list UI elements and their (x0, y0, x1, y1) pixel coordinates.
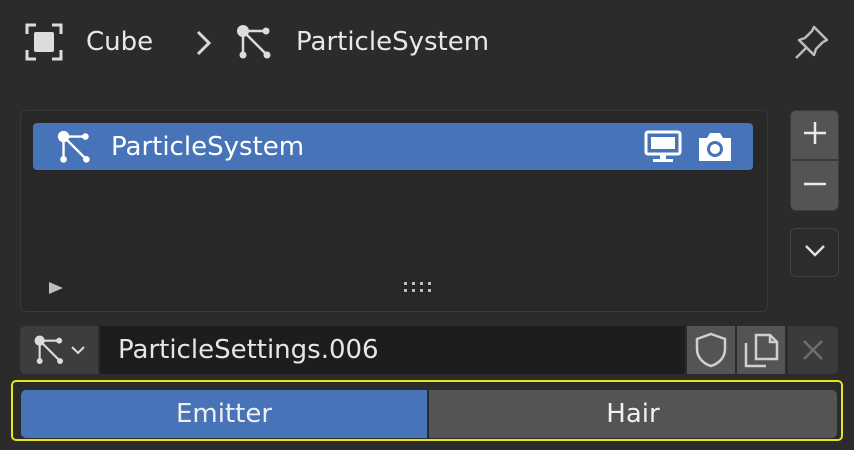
play-right-icon[interactable] (46, 278, 66, 298)
duplicate-settings-button[interactable] (737, 326, 785, 374)
chevron-down-icon (803, 243, 827, 263)
particle-settings-name-field[interactable]: ParticleSettings.006 (100, 326, 685, 374)
fake-user-button[interactable] (687, 326, 735, 374)
camera-icon[interactable] (696, 130, 734, 164)
add-particle-system-button[interactable] (790, 110, 839, 160)
duplicate-icon (742, 331, 780, 369)
list-item-label: ParticleSystem (111, 132, 305, 162)
remove-particle-system-button[interactable] (790, 160, 839, 211)
tab-emitter[interactable]: Emitter (21, 390, 427, 438)
breadcrumb-system: ParticleSystem (296, 27, 490, 57)
chevron-down-icon (70, 344, 86, 356)
unlink-settings-button[interactable] (788, 326, 838, 374)
particle-settings-browse[interactable] (20, 326, 98, 374)
drag-grip-icon[interactable] (402, 280, 434, 294)
close-icon (800, 337, 826, 363)
minus-icon (802, 171, 828, 201)
shield-icon (694, 331, 728, 369)
chevron-right-icon (192, 28, 216, 58)
tab-hair[interactable]: Hair (429, 390, 837, 438)
monitor-icon[interactable] (644, 130, 682, 164)
specials-menu-button[interactable] (790, 228, 839, 277)
object-data-icon (24, 22, 64, 62)
breadcrumb-object: Cube (86, 27, 154, 57)
particles-icon (234, 22, 274, 62)
plus-icon (802, 120, 828, 150)
pin-icon[interactable] (792, 22, 832, 62)
particles-icon (54, 128, 94, 166)
particles-icon (32, 333, 66, 367)
